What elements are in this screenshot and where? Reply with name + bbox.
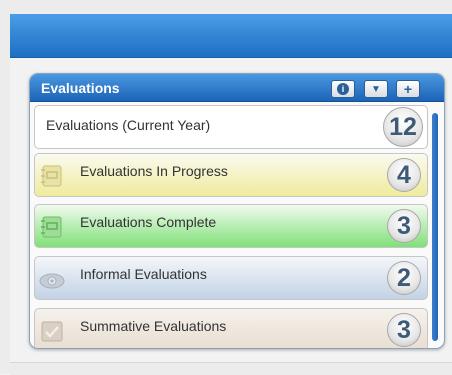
widget-header: Evaluations i ▼ + [30, 74, 444, 102]
row-informal-evaluations[interactable]: Informal Evaluations 2 [34, 256, 428, 300]
row-label: Informal Evaluations [80, 266, 207, 282]
info-icon: i [337, 83, 349, 95]
row-label: Evaluations In Progress [80, 163, 228, 179]
row-summative-evaluations[interactable]: Summative Evaluations 3 [34, 308, 428, 348]
notepad-icon [39, 164, 65, 188]
row-evaluations-complete[interactable]: Evaluations Complete 3 [34, 204, 428, 248]
checkbox-icon [39, 319, 65, 343]
app-bottom-bar [10, 362, 452, 375]
row-label: Summative Evaluations [80, 318, 227, 334]
row-label: Evaluations Complete [80, 214, 217, 230]
row-evaluations-current-year[interactable]: Evaluations (Current Year) 12 [34, 105, 428, 149]
left-gutter [0, 14, 10, 374]
info-button[interactable]: i [331, 80, 355, 98]
app-top-bar [10, 14, 452, 58]
evaluations-widget: Evaluations i ▼ + Evaluations (Current Y… [29, 73, 445, 349]
row-label: Evaluations (Current Year) [46, 117, 211, 133]
count-badge: 3 [387, 209, 421, 243]
add-button[interactable]: + [396, 80, 420, 98]
widget-title: Evaluations [41, 80, 120, 96]
count-badge: 12 [383, 107, 423, 147]
count-badge: 2 [387, 261, 421, 295]
plus-icon: + [403, 81, 413, 97]
eye-icon [39, 267, 65, 291]
count-badge: 4 [387, 158, 421, 192]
scrollbar[interactable] [432, 105, 440, 345]
window-top-frame [0, 0, 452, 14]
count-badge: 3 [387, 313, 421, 347]
filter-button[interactable]: ▼ [364, 80, 388, 98]
filter-icon: ▼ [371, 83, 381, 95]
scrollbar-thumb[interactable] [432, 113, 438, 341]
notepad-icon [39, 215, 65, 239]
row-evaluations-in-progress[interactable]: Evaluations In Progress 4 [34, 153, 428, 197]
